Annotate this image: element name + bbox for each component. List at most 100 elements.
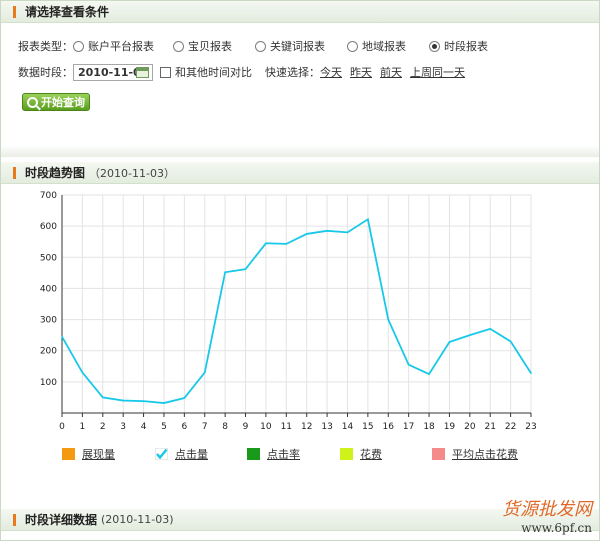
watermark-url: www.6pf.cn: [521, 521, 592, 535]
report-type-radio-1[interactable]: 宝贝报表: [173, 38, 255, 54]
report-type-radio-0[interactable]: 账户平台报表: [73, 38, 173, 54]
y-tick-label: 200: [40, 347, 57, 357]
data-point: [428, 373, 430, 375]
radio-label: 时段报表: [444, 40, 488, 53]
data-point: [203, 371, 206, 374]
x-tick-label: 22: [505, 422, 516, 432]
checkmark-icon[interactable]: [154, 447, 169, 461]
data-point: [81, 371, 84, 374]
x-tick-label: 20: [464, 422, 476, 432]
search-icon: [27, 96, 38, 108]
x-tick-label: 12: [301, 422, 312, 432]
legend-item-0[interactable]: 展现量: [62, 446, 115, 462]
trend-section-title: 时段趋势图: [25, 166, 86, 180]
calendar-icon[interactable]: [136, 66, 149, 78]
start-query-button[interactable]: 开始查询: [22, 93, 90, 111]
report-type-row: 报表类型： 账户平台报表 宝贝报表 关键词报表 地域报表 时段报表: [18, 38, 499, 54]
x-tick-label: 19: [444, 422, 456, 432]
x-tick-label: 10: [260, 422, 272, 432]
x-tick-label: 4: [141, 422, 147, 432]
data-point: [285, 243, 288, 245]
report-type-radio-3[interactable]: 地域报表: [347, 38, 429, 54]
report-type-radio-2[interactable]: 关键词报表: [255, 38, 347, 54]
watermark: 货源批发网 www.6pf.cn: [502, 495, 592, 535]
legend-swatch[interactable]: [62, 448, 75, 460]
radio-button[interactable]: [73, 40, 84, 52]
data-point: [367, 218, 369, 221]
section-marker: [13, 166, 16, 179]
data-point: [407, 363, 410, 366]
section-marker: [13, 513, 16, 526]
y-tick-label: 500: [40, 253, 57, 263]
trend-section-header: 时段趋势图 （2010-11-03）: [1, 162, 599, 184]
legend-swatch[interactable]: [247, 448, 260, 460]
x-tick-label: 15: [362, 422, 373, 432]
x-tick-label: 8: [222, 422, 228, 432]
y-tick-label: 600: [40, 222, 57, 232]
compare-label: 和其他时间对比: [175, 66, 252, 79]
legend-label: 展现量: [82, 448, 115, 461]
quick-links: 今天 昨天 前天 上周同一天: [320, 64, 473, 80]
y-tick-label: 400: [40, 284, 57, 294]
trend-chart: 1002003004005006007000 1 2 3 4 5 6 7 8 9 10 11 12 13 1…: [40, 191, 537, 432]
legend-label: 点击率: [267, 448, 300, 461]
quick-link-0[interactable]: 今天: [320, 64, 342, 80]
date-row: 数据时段： 2010-11-03 和其他时间对比 快速选择： 今天 昨天 前天 上周同…: [18, 63, 473, 81]
date-label: 数据时段：: [18, 66, 73, 79]
report-type-radio-4[interactable]: 时段报表: [429, 38, 499, 54]
report-type-label: 报表类型：: [18, 40, 73, 53]
legend-label: 平均点击花费: [452, 448, 518, 461]
quick-select-label: 快速选择：: [265, 66, 320, 79]
x-tick-label: 0: [59, 422, 65, 432]
radio-button[interactable]: [255, 40, 266, 52]
x-tick-label: 11: [281, 422, 292, 432]
radio-label: 关键词报表: [270, 40, 325, 53]
legend-label: 点击量: [175, 448, 208, 461]
y-tick-label: 700: [40, 191, 57, 201]
divider: [1, 145, 599, 157]
radio-button[interactable]: [173, 40, 184, 52]
data-point: [163, 402, 165, 404]
quick-link-2[interactable]: 前天: [380, 64, 402, 80]
legend-item-4[interactable]: 平均点击花费: [432, 446, 518, 462]
x-tick-label: 6: [181, 422, 187, 432]
data-point: [183, 397, 186, 399]
y-tick-label: 300: [40, 316, 57, 326]
x-tick-label: 13: [321, 422, 332, 432]
data-point: [469, 334, 471, 336]
y-tick-label: 100: [40, 378, 57, 388]
radio-label: 地域报表: [362, 40, 406, 53]
data-point: [224, 271, 226, 274]
radio-label: 宝贝报表: [188, 40, 232, 53]
radio-button[interactable]: [429, 40, 440, 52]
x-tick-label: 2: [100, 422, 106, 432]
quick-link-3[interactable]: 上周同一天: [410, 64, 465, 80]
legend-swatch[interactable]: [432, 448, 445, 460]
data-point: [387, 318, 390, 321]
data-point: [265, 242, 267, 245]
data-point: [509, 340, 512, 343]
data-point: [489, 328, 492, 330]
data-point: [244, 268, 247, 270]
x-tick-label: 7: [202, 422, 208, 432]
x-tick-label: 18: [423, 422, 435, 432]
legend-label: 花费: [360, 448, 382, 461]
x-tick-label: 1: [80, 422, 86, 432]
radio-button[interactable]: [347, 40, 358, 52]
radio-label: 账户平台报表: [88, 40, 154, 53]
trend-section-date: （2010-11-03）: [89, 166, 175, 180]
quick-link-1[interactable]: 昨天: [350, 64, 372, 80]
detail-section-date: (2010-11-03): [101, 513, 174, 526]
compare-checkbox[interactable]: [160, 66, 171, 78]
filter-section-header: 请选择查看条件: [1, 1, 599, 23]
x-tick-label: 23: [525, 422, 536, 432]
legend-item-2[interactable]: 点击率: [247, 446, 300, 462]
legend-item-1[interactable]: 点击量: [154, 446, 208, 462]
date-input[interactable]: 2010-11-03: [73, 63, 153, 81]
data-point: [346, 231, 349, 234]
x-tick-label: 16: [383, 422, 395, 432]
start-query-label: 开始查询: [41, 96, 85, 109]
detail-section-title: 时段详细数据: [25, 513, 98, 527]
legend-swatch[interactable]: [340, 448, 353, 460]
legend-item-3[interactable]: 花费: [340, 446, 382, 462]
